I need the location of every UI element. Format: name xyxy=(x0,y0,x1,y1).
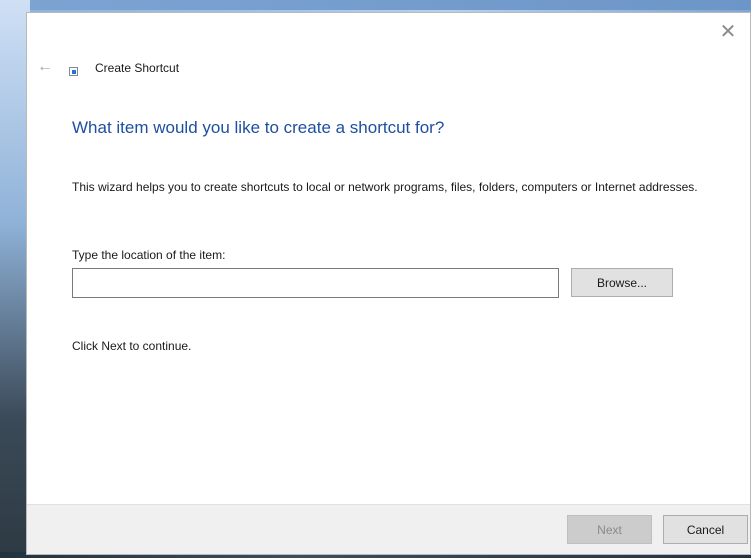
wizard-headline: What item would you like to create a sho… xyxy=(72,118,445,137)
cancel-button[interactable]: Cancel xyxy=(663,515,748,544)
create-shortcut-dialog: ✕ ← Create Shortcut What item would you … xyxy=(26,12,751,555)
close-icon[interactable]: ✕ xyxy=(706,13,750,51)
browse-button[interactable]: Browse... xyxy=(571,268,673,297)
window-title: Create Shortcut xyxy=(95,61,180,75)
next-button[interactable]: Next xyxy=(567,515,652,544)
shortcut-app-icon xyxy=(69,67,78,76)
wizard-description: This wizard helps you to create shortcut… xyxy=(72,180,698,194)
back-arrow-icon[interactable]: ← xyxy=(35,58,55,76)
location-label: Type the location of the item: xyxy=(72,248,226,262)
continue-instruction: Click Next to continue. xyxy=(72,339,192,353)
desktop-top-strip xyxy=(0,0,751,10)
wizard-footer: Next Cancel xyxy=(27,504,750,554)
location-input[interactable] xyxy=(72,268,559,298)
